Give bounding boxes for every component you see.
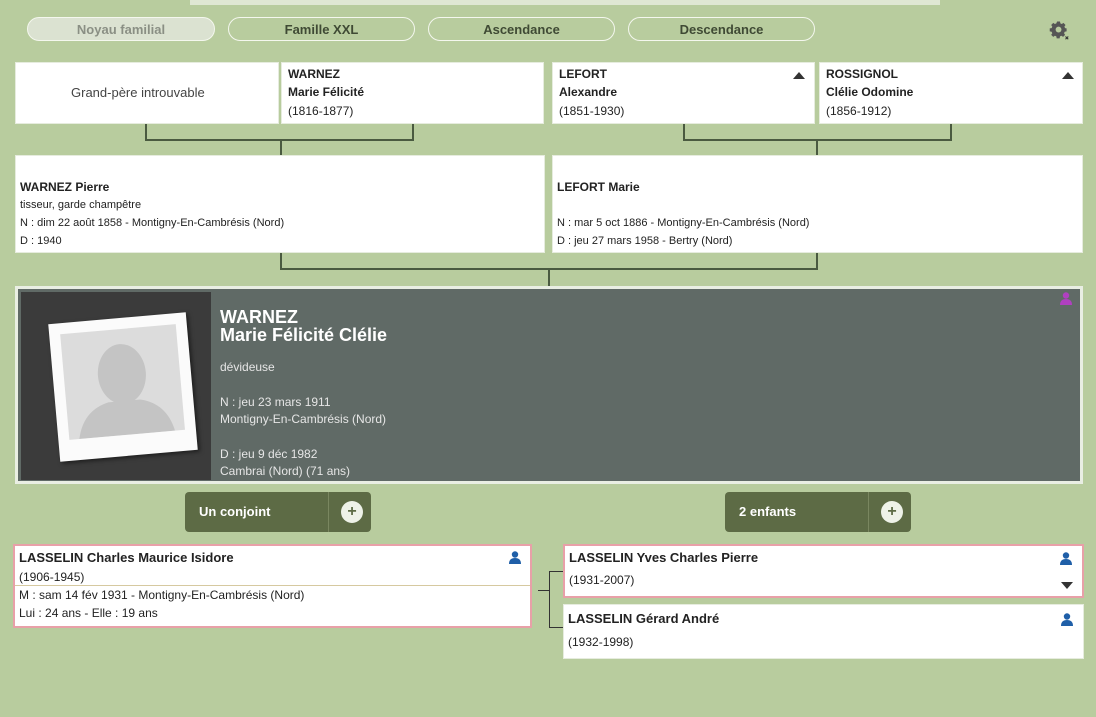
bracket-connector bbox=[549, 571, 563, 628]
grandparent-dates: (1851-1930) bbox=[559, 104, 625, 118]
person-icon bbox=[509, 551, 521, 564]
child-dates: (1932-1998) bbox=[568, 635, 634, 649]
main-death-date: D : jeu 9 déc 1982 bbox=[220, 447, 318, 461]
main-person-panel: WARNEZ Marie Félicité Clélie dévideuse N… bbox=[15, 286, 1083, 484]
gear-icon[interactable] bbox=[1049, 20, 1071, 42]
father-occupation: tisseur, garde champêtre bbox=[20, 199, 142, 211]
main-death-place: Cambrai (Nord) (71 ans) bbox=[220, 464, 351, 478]
grandparent-surname: ROSSIGNOL bbox=[826, 67, 899, 81]
tab-famille-xxl[interactable]: Famille XXL bbox=[228, 17, 415, 41]
add-child-button[interactable]: 2 enfants + bbox=[725, 492, 911, 532]
child-name: LASSELIN Gérard André bbox=[568, 611, 720, 626]
female-person-icon bbox=[1060, 292, 1072, 305]
main-birth-date: N : jeu 23 mars 1911 bbox=[220, 395, 331, 409]
parent-father[interactable]: WARNEZ Pierre tisseur, garde champêtre N… bbox=[15, 155, 545, 253]
person-icon bbox=[1061, 613, 1073, 626]
mother-death: D : jeu 27 mars 1958 - Bertry (Nord) bbox=[557, 235, 733, 247]
connector bbox=[548, 268, 550, 286]
grandparent-surname: LEFORT bbox=[559, 67, 607, 81]
parent-mother[interactable]: LEFORT Marie N : mar 5 oct 1886 - Montig… bbox=[552, 155, 1083, 253]
expand-up-icon[interactable] bbox=[1062, 72, 1074, 79]
child-name: LASSELIN Yves Charles Pierre bbox=[569, 550, 759, 565]
expand-up-icon[interactable] bbox=[793, 72, 805, 79]
child-dates: (1931-2007) bbox=[569, 573, 635, 587]
grandparent-given: Clélie Odomine bbox=[826, 85, 914, 99]
grandparent-surname: WARNEZ bbox=[288, 67, 340, 81]
expand-down-icon[interactable] bbox=[1061, 582, 1073, 589]
connector bbox=[816, 139, 818, 155]
top-strip bbox=[190, 0, 940, 5]
main-given-names: Marie Félicité Clélie bbox=[220, 325, 388, 345]
connector bbox=[280, 139, 282, 155]
spouse-card[interactable]: LASSELIN Charles Maurice Isidore (1906-1… bbox=[13, 544, 532, 628]
spouse-name: LASSELIN Charles Maurice Isidore bbox=[19, 550, 234, 565]
child-card[interactable]: LASSELIN Yves Charles Pierre (1931-2007) bbox=[563, 544, 1084, 598]
grandparent-dates: (1856-1912) bbox=[826, 104, 892, 118]
silhouette-icon bbox=[79, 344, 176, 440]
grandparent-warnez[interactable]: WARNEZ Marie Félicité (1816-1877) bbox=[281, 62, 544, 124]
photo-frame bbox=[21, 292, 211, 480]
add-spouse-button[interactable]: Un conjoint + bbox=[185, 492, 371, 532]
grandparent-unknown[interactable]: Grand-père introuvable bbox=[15, 62, 279, 124]
father-name: WARNEZ Pierre bbox=[20, 180, 110, 194]
divider bbox=[15, 585, 530, 586]
father-birth: N : dim 22 août 1858 - Montigny-En-Cambr… bbox=[20, 217, 285, 229]
main-occupation: dévideuse bbox=[220, 360, 275, 374]
children-count-label: 2 enfants bbox=[739, 504, 797, 519]
plus-icon[interactable]: + bbox=[881, 501, 903, 523]
grandparent-dates: (1816-1877) bbox=[288, 104, 354, 118]
marriage-info: M : sam 14 fév 1931 - Montigny-En-Cambré… bbox=[19, 588, 305, 602]
connector bbox=[538, 590, 550, 591]
unknown-grandfather-label: Grand-père introuvable bbox=[71, 85, 205, 100]
tab-descendance[interactable]: Descendance bbox=[628, 17, 815, 41]
child-card[interactable]: LASSELIN Gérard André (1932-1998) bbox=[563, 604, 1084, 659]
tab-noyau-familial[interactable]: Noyau familial bbox=[27, 17, 215, 41]
spouse-ages: Lui : 24 ans - Elle : 19 ans bbox=[19, 606, 158, 620]
person-icon bbox=[1060, 552, 1072, 565]
plus-icon[interactable]: + bbox=[341, 501, 363, 523]
grandparent-rossignol[interactable]: ROSSIGNOL Clélie Odomine (1856-1912) bbox=[819, 62, 1083, 124]
grandparent-lefort[interactable]: LEFORT Alexandre (1851-1930) bbox=[552, 62, 815, 124]
mother-birth: N : mar 5 oct 1886 - Montigny-En-Cambrés… bbox=[557, 217, 810, 229]
grandparent-given: Marie Félicité bbox=[288, 85, 365, 99]
spouse-count-label: Un conjoint bbox=[199, 504, 271, 519]
photo-placeholder[interactable] bbox=[48, 312, 198, 462]
mother-name: LEFORT Marie bbox=[557, 180, 640, 194]
father-death: D : 1940 bbox=[20, 235, 62, 247]
tab-ascendance[interactable]: Ascendance bbox=[428, 17, 615, 41]
spouse-dates: (1906-1945) bbox=[19, 570, 85, 584]
grandparent-given: Alexandre bbox=[559, 85, 618, 99]
main-birth-place: Montigny-En-Cambrésis (Nord) bbox=[220, 412, 387, 426]
